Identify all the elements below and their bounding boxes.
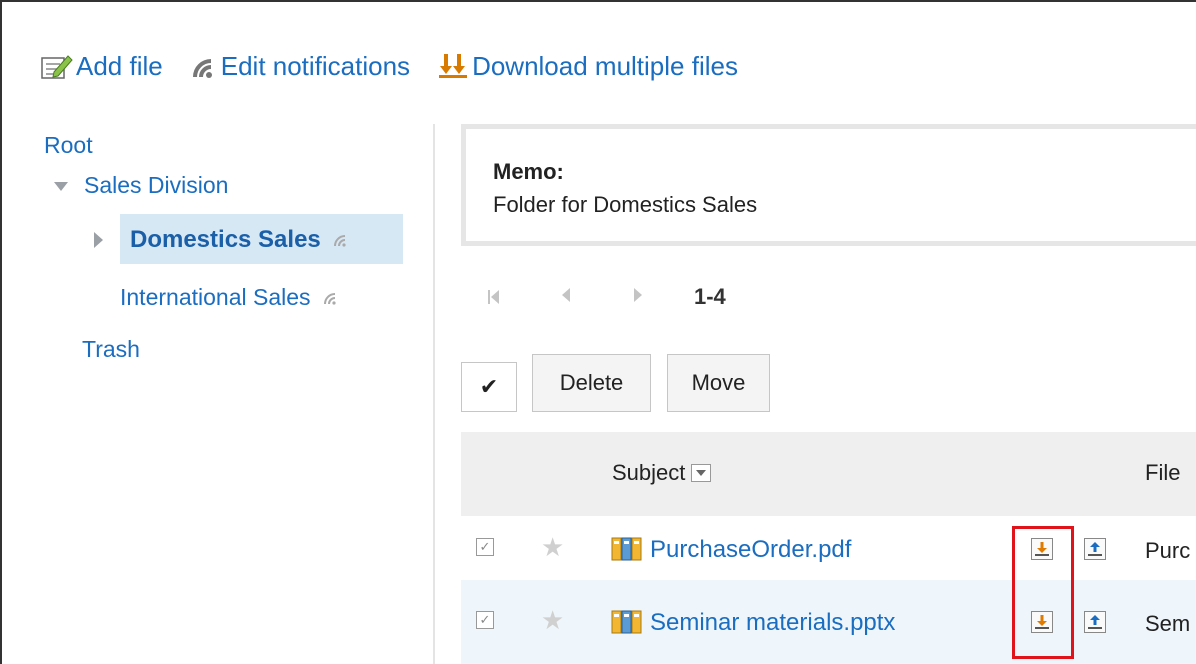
tree-item-sales-division[interactable]: Sales Division [54,172,228,199]
notification-icon [333,235,346,247]
download-highlight-box [1012,526,1074,659]
first-page-icon[interactable] [488,289,504,305]
page-range: 1-4 [694,284,726,309]
column-header-subject[interactable]: Subject [612,460,712,486]
tree-item-trash[interactable]: Trash [82,336,140,363]
pager: 1-4 [488,282,726,312]
file-cell: Purc [1145,538,1191,563]
memo-box: Memo: Folder for Domestics Sales [461,124,1196,246]
row-checkbox[interactable]: ✓ [476,611,494,629]
prev-page-icon[interactable] [562,287,571,308]
tree-item-root[interactable]: Root [44,132,93,159]
file-cell: Sem [1145,611,1191,636]
column-header-subject-label: Subject [612,460,686,485]
toolbar: Add file Edit notifications Download mul… [40,46,764,86]
upload-icon[interactable] [1084,611,1106,633]
collapsed-triangle-icon[interactable] [94,232,103,248]
file-link[interactable]: Seminar materials.pptx [650,609,895,637]
edit-notifications-button[interactable]: Edit notifications [189,51,410,82]
edit-notifications-label: Edit notifications [220,50,411,81]
star-icon[interactable]: ★ [541,605,564,636]
download-multiple-button[interactable]: Download multiple files [436,51,738,82]
tree-item-international-sales-label[interactable]: International Sales [120,284,311,311]
download-multiple-icon [439,54,468,78]
star-icon[interactable]: ★ [541,532,564,563]
table-header: Subject File [461,432,1196,516]
expanded-triangle-icon[interactable] [54,182,68,191]
tree-item-international-sales[interactable]: International Sales [120,284,339,311]
notification-icon [323,292,336,305]
select-all-button[interactable]: ✔ [461,362,517,412]
memo-text: Folder for Domestics Sales [493,192,758,217]
add-file-icon [41,55,73,79]
file-type-icon [611,537,642,561]
download-multiple-label: Download multiple files [472,50,738,81]
table-row: ✓ ★ PurchaseOrder.pdf Purc [461,516,1196,580]
delete-button[interactable]: Delete [532,354,651,412]
column-header-file: File [1145,460,1181,485]
next-page-icon[interactable] [633,287,642,308]
tree-item-domestics-sales-label[interactable]: Domestics Sales [130,226,321,254]
memo-title: Memo: [493,159,564,184]
tree-item-sales-division-label[interactable]: Sales Division [84,172,228,199]
tree-item-domestics-sales[interactable]: Domestics Sales [130,226,349,254]
row-checkbox[interactable]: ✓ [476,538,494,556]
sort-dropdown-icon[interactable] [691,464,712,482]
file-type-icon [611,610,642,634]
add-file-button[interactable]: Add file [40,51,163,82]
move-button[interactable]: Move [667,354,770,412]
table-row: ✓ ★ Seminar materials.pptx Sem [461,580,1196,664]
pane-divider[interactable] [433,124,435,664]
file-link[interactable]: PurchaseOrder.pdf [650,536,851,564]
upload-icon[interactable] [1084,538,1106,560]
add-file-label: Add file [76,50,163,81]
notification-icon [192,59,212,78]
